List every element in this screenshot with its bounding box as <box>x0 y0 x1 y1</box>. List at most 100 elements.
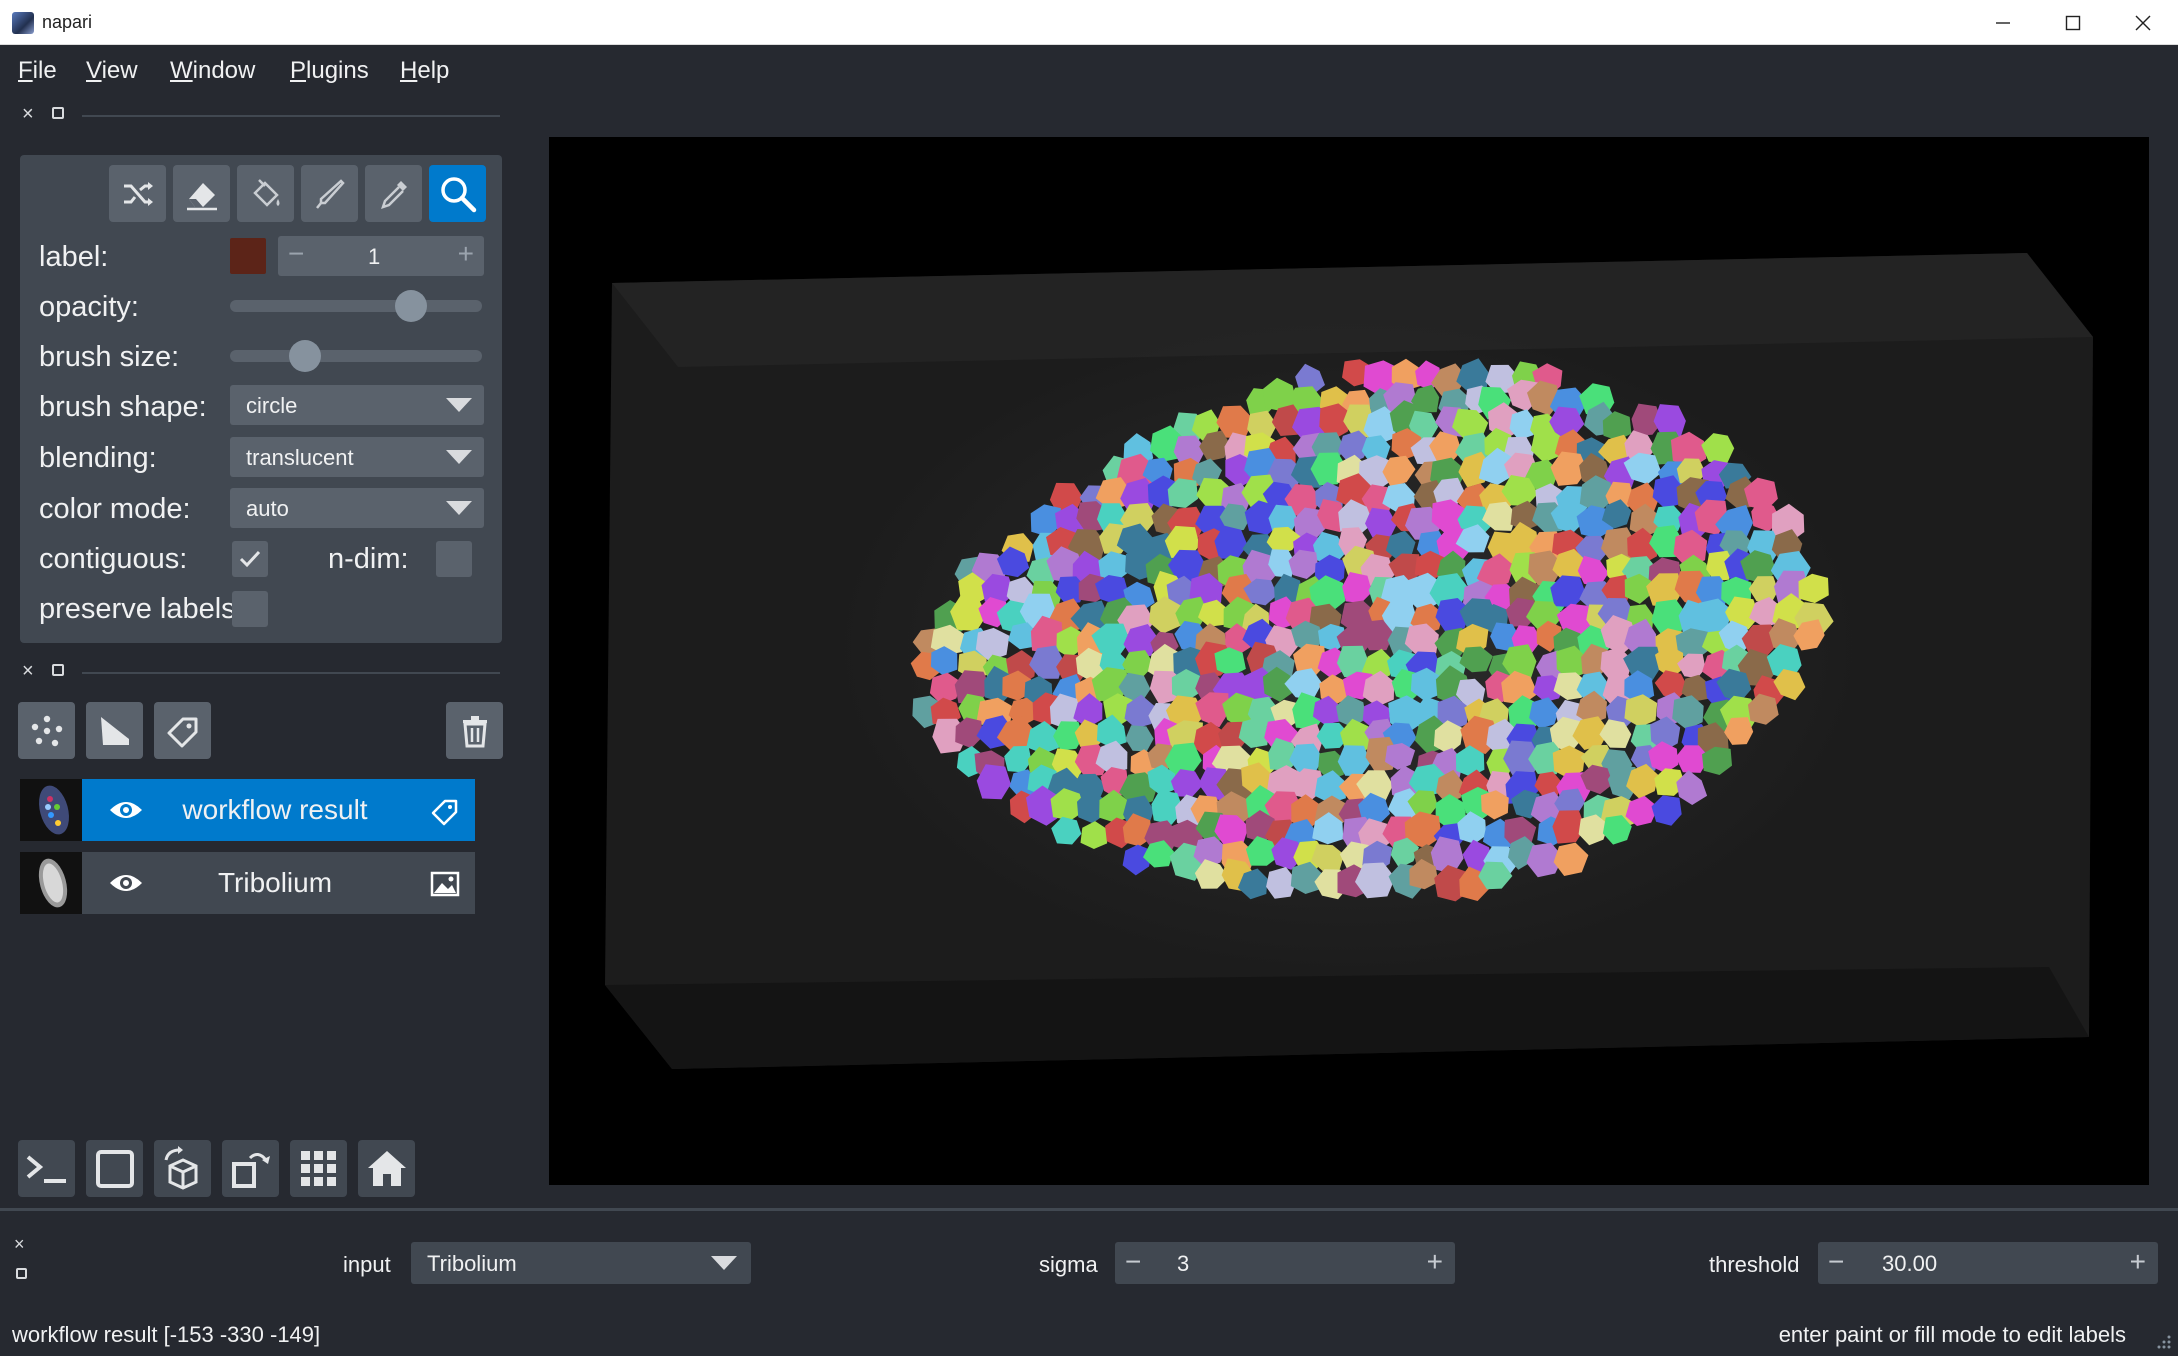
new-points-layer-button[interactable] <box>18 702 75 759</box>
menu-view-label: iew <box>101 57 138 84</box>
label-label: label: <box>39 241 109 273</box>
layer-name[interactable]: workflow result <box>150 794 400 826</box>
status-message: workflow result [-153 -330 -149] <box>12 1322 321 1347</box>
opacity-slider-handle[interactable] <box>395 290 427 322</box>
menu-plugins[interactable]: Plugins <box>290 57 369 85</box>
sigma-decrement-button[interactable]: − <box>1125 1246 1141 1278</box>
dock-close-icon[interactable]: × <box>22 103 34 126</box>
brush-size-slider[interactable] <box>230 350 482 362</box>
input-combobox[interactable]: Tribolium <box>411 1242 751 1284</box>
chevron-down-icon <box>446 450 472 464</box>
roll-dimensions-button[interactable] <box>154 1140 211 1197</box>
shuffle-colors-button[interactable] <box>109 165 166 222</box>
grid-view-button[interactable] <box>290 1140 347 1197</box>
threshold-label: threshold <box>1709 1252 1800 1277</box>
dock-close-icon[interactable]: × <box>22 660 34 683</box>
napari-logo-icon <box>12 12 34 34</box>
preserve-labels-checkbox[interactable] <box>232 591 268 627</box>
transpose-button[interactable] <box>222 1140 279 1197</box>
blending-combobox[interactable]: translucent <box>230 437 484 477</box>
label-spinbox[interactable]: − 1 + <box>278 236 484 276</box>
menu-file[interactable]: File <box>18 57 57 85</box>
home-button[interactable] <box>358 1140 415 1197</box>
input-label: input <box>343 1252 391 1277</box>
volume-face-bottom <box>605 967 2089 1069</box>
render-view[interactable] <box>549 137 2149 1185</box>
pan-zoom-button[interactable] <box>429 165 486 222</box>
eraser-icon <box>186 182 217 210</box>
checkmark-icon <box>239 550 261 568</box>
size-grip-icon[interactable] <box>2154 1332 2172 1350</box>
layer-item-workflow-result[interactable]: workflow result <box>20 779 475 841</box>
square-icon <box>95 1149 134 1188</box>
window-title: napari <box>42 12 93 32</box>
layer-list-dock-handle: × <box>20 660 500 686</box>
viewer-canvas[interactable] <box>549 137 2149 1185</box>
chevron-down-icon <box>446 501 472 515</box>
dock-float-icon[interactable] <box>16 1268 27 1279</box>
eye-icon[interactable] <box>108 796 144 824</box>
maximize-button[interactable] <box>2040 0 2106 45</box>
menu-window[interactable]: Window <box>170 57 255 85</box>
minimize-button[interactable] <box>1970 0 2036 45</box>
brush-shape-value: circle <box>246 393 298 418</box>
menu-file-label: ile <box>32 57 57 84</box>
eye-icon[interactable] <box>108 869 144 897</box>
new-shapes-layer-button[interactable] <box>86 702 143 759</box>
threshold-value[interactable]: 30.00 <box>1882 1251 1937 1277</box>
toggle-ndisplay-button[interactable] <box>86 1140 143 1197</box>
color-mode-value: auto <box>246 496 289 521</box>
menu-help[interactable]: Help <box>400 57 449 85</box>
preserve-labels-label: preserve labels <box>39 593 236 625</box>
threshold-decrement-button[interactable]: − <box>1828 1246 1844 1278</box>
opacity-label: opacity: <box>39 291 139 323</box>
brush-shape-combobox[interactable]: circle <box>230 385 484 425</box>
paint-button[interactable] <box>301 165 358 222</box>
menu-window-label: indow <box>192 57 256 84</box>
menu-help-accel: H <box>400 57 418 84</box>
contiguous-checkbox[interactable] <box>232 541 268 577</box>
delete-layer-button[interactable] <box>446 702 503 759</box>
brush-shape-label: brush shape: <box>39 391 207 423</box>
console-button[interactable] <box>18 1140 75 1197</box>
menu-view[interactable]: View <box>86 57 138 85</box>
color-mode-combobox[interactable]: auto <box>230 488 484 528</box>
opacity-slider[interactable] <box>230 300 482 312</box>
console-icon <box>26 1154 66 1183</box>
label-tag-icon <box>167 717 197 747</box>
blending-value: translucent <box>246 445 354 470</box>
dock-close-icon[interactable]: × <box>14 1234 25 1255</box>
dock-divider <box>82 115 500 117</box>
menu-view-accel: V <box>86 57 102 84</box>
minimize-icon <box>1996 21 2010 24</box>
erase-button[interactable] <box>173 165 230 222</box>
label-value[interactable]: 1 <box>368 244 380 270</box>
new-labels-layer-button[interactable] <box>154 702 211 759</box>
chevron-down-icon <box>711 1256 737 1270</box>
chevron-down-icon <box>446 398 472 412</box>
sigma-value[interactable]: 3 <box>1177 1251 1189 1277</box>
threshold-spinbox[interactable]: − 30.00 + <box>1818 1242 2158 1284</box>
label-increment-button[interactable]: + <box>458 238 474 270</box>
paint-brush-icon <box>315 178 345 209</box>
ndim-checkbox[interactable] <box>436 541 472 577</box>
brush-size-slider-handle[interactable] <box>289 340 322 372</box>
layer-item-tribolium[interactable]: Tribolium <box>20 852 475 914</box>
close-button[interactable] <box>2110 0 2176 45</box>
contiguous-label: contiguous: <box>39 543 188 575</box>
grid-icon <box>300 1150 336 1186</box>
threshold-increment-button[interactable]: + <box>2130 1246 2146 1278</box>
menu-plugins-label: lugins <box>306 57 369 84</box>
transpose-icon <box>231 1152 270 1188</box>
layer-name[interactable]: Tribolium <box>150 867 400 899</box>
pick-button[interactable] <box>365 165 422 222</box>
dock-float-icon[interactable] <box>52 664 64 676</box>
sigma-spinbox[interactable]: − 3 + <box>1115 1242 1455 1284</box>
points-icon <box>31 715 62 746</box>
sigma-increment-button[interactable]: + <box>1427 1246 1443 1278</box>
menu-help-label: elp <box>417 57 450 84</box>
fill-button[interactable] <box>237 165 294 222</box>
zoom-icon <box>440 176 476 212</box>
dock-float-icon[interactable] <box>52 107 64 119</box>
label-decrement-button[interactable]: − <box>288 238 304 270</box>
